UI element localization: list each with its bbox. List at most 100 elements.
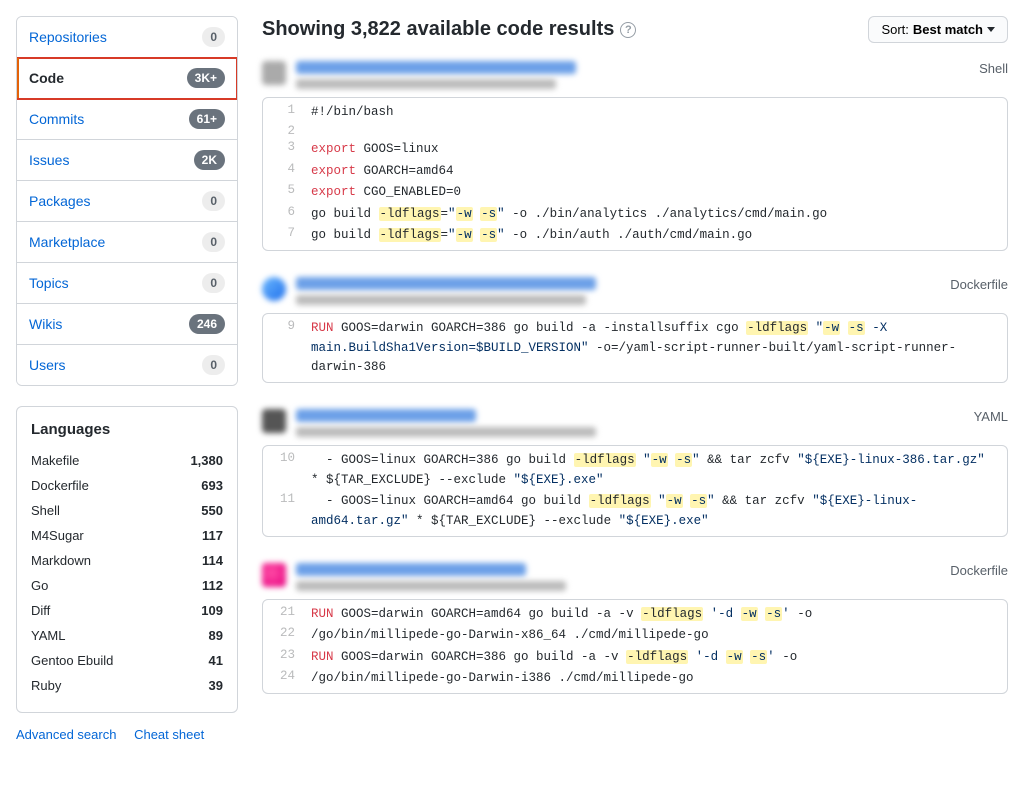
repo-link[interactable] [296,409,476,422]
language-count: 112 [202,578,223,593]
language-filter[interactable]: Gentoo Ebuild41 [31,648,223,673]
language-filter[interactable]: Shell 550 [31,498,223,523]
line-number: 22 [263,625,305,646]
filter-count: 0 [202,232,225,252]
help-icon[interactable]: ? [620,22,636,38]
filter-count: 0 [202,27,225,47]
chevron-down-icon [987,27,995,32]
language-filter[interactable]: Ruby 39 [31,673,223,698]
search-sidebar: Repositories0Code3K+Commits61+Issues2KPa… [16,16,238,742]
code-line: export CGO_ENABLED=0 [305,182,1007,203]
language-count: 39 [209,678,223,693]
filter-item-repositories[interactable]: Repositories 0 [17,17,237,58]
languages-title: Languages [31,421,223,438]
filter-label: Repositories [29,29,107,45]
line-number: 9 [263,318,305,378]
language-name: Shell [31,503,60,518]
line-number: 7 [263,225,305,246]
search-result: Dockerfile 21RUN GOOS=darwin GOARCH=amd64… [262,563,1008,695]
filter-label: Commits [29,111,84,127]
language-filter[interactable]: Dockerfile693 [31,473,223,498]
language-name: Diff [31,603,50,618]
language-filter[interactable]: Go 112 [31,573,223,598]
language-name: M4Sugar [31,528,84,543]
code-snippet[interactable]: 10 - GOOS=linux GOARCH=386 go build -ldf… [262,445,1008,537]
language-count: 114 [202,553,223,568]
language-filter[interactable]: M4Sugar117 [31,523,223,548]
language-filter[interactable]: Makefile 1,380 [31,448,223,473]
filter-count: 246 [189,314,225,334]
line-number: 1 [263,102,305,123]
language-count: 89 [209,628,223,643]
code-line: go build -ldflags="-w -s" -o ./bin/auth … [305,225,1007,246]
cheat-sheet-link[interactable]: Cheat sheet [134,727,204,742]
result-language: Dockerfile [950,563,1008,578]
language-name: Markdown [31,553,91,568]
filter-item-commits[interactable]: Commits 61+ [17,99,237,140]
repo-meta [296,581,566,591]
sort-button[interactable]: Sort: Best match [868,16,1008,43]
code-line: go build -ldflags="-w -s" -o ./bin/analy… [305,204,1007,225]
filter-count: 3K+ [187,68,225,88]
code-snippet[interactable]: 9RUN GOOS=darwin GOARCH=386 go build -a … [262,313,1008,383]
result-language: Dockerfile [950,277,1008,292]
advanced-search-link[interactable]: Advanced search [16,727,116,742]
filter-item-code[interactable]: Code3K+ [17,58,237,99]
filter-count: 2K [194,150,225,170]
avatar[interactable] [262,277,286,301]
code-line: RUN GOOS=darwin GOARCH=amd64 go build -a… [305,604,1007,625]
repo-link[interactable] [296,277,596,290]
filter-item-users[interactable]: Users 0 [17,345,237,385]
filter-list: Repositories0Code3K+Commits61+Issues2KPa… [16,16,238,386]
filter-item-packages[interactable]: Packages0 [17,181,237,222]
avatar[interactable] [262,61,286,85]
filter-item-topics[interactable]: Topics0 [17,263,237,304]
filter-count: 61+ [189,109,225,129]
code-line [305,123,1007,139]
line-number: 2 [263,123,305,139]
filter-item-wikis[interactable]: Wikis246 [17,304,237,345]
language-count: 41 [209,653,223,668]
code-line: RUN GOOS=darwin GOARCH=386 go build -a -… [305,647,1007,668]
filter-count: 0 [202,273,225,293]
line-number: 24 [263,668,305,689]
repo-meta [296,79,556,89]
languages-box: Languages Makefile1,380Dockerfile693Shel… [16,406,238,713]
language-name: Makefile [31,453,79,468]
code-line: /go/bin/millipede-go-Darwin-i386 ./cmd/m… [305,668,1007,689]
language-filter[interactable]: Diff 109 [31,598,223,623]
avatar[interactable] [262,563,286,587]
repo-link[interactable] [296,61,576,74]
language-count: 109 [201,603,223,618]
language-name: YAML [31,628,65,643]
repo-meta [296,427,596,437]
filter-item-issues[interactable]: Issues2K [17,140,237,181]
search-result: Shell 1#!/bin/bash23export GOOS=linux4exp… [262,61,1008,251]
filter-label: Packages [29,193,90,209]
line-number: 5 [263,182,305,203]
sort-prefix: Sort: [881,22,908,37]
code-line: - GOOS=linux GOARCH=386 go build -ldflag… [305,450,1007,491]
filter-count: 0 [202,355,225,375]
sidebar-links: Advanced search Cheat sheet [16,727,238,742]
language-count: 1,380 [190,453,223,468]
language-filter[interactable]: YAML 89 [31,623,223,648]
code-snippet[interactable]: 21RUN GOOS=darwin GOARCH=amd64 go build … [262,599,1008,695]
result-language: Shell [979,61,1008,76]
line-number: 10 [263,450,305,491]
language-filter[interactable]: Markdown 114 [31,548,223,573]
line-number: 11 [263,491,305,532]
avatar[interactable] [262,409,286,433]
line-number: 23 [263,647,305,668]
results-list: Shell 1#!/bin/bash23export GOOS=linux4exp… [262,61,1008,694]
repo-link[interactable] [296,563,526,576]
filter-item-marketplace[interactable]: Marketplace0 [17,222,237,263]
code-snippet[interactable]: 1#!/bin/bash23export GOOS=linux4export G… [262,97,1008,251]
code-line: export GOARCH=amd64 [305,161,1007,182]
filter-label: Users [29,357,66,373]
language-name: Ruby [31,678,61,693]
results-title-text: Showing 3,822 available code results [262,18,614,41]
language-name: Go [31,578,48,593]
language-count: 550 [201,503,223,518]
code-line: - GOOS=linux GOARCH=amd64 go build -ldfl… [305,491,1007,532]
